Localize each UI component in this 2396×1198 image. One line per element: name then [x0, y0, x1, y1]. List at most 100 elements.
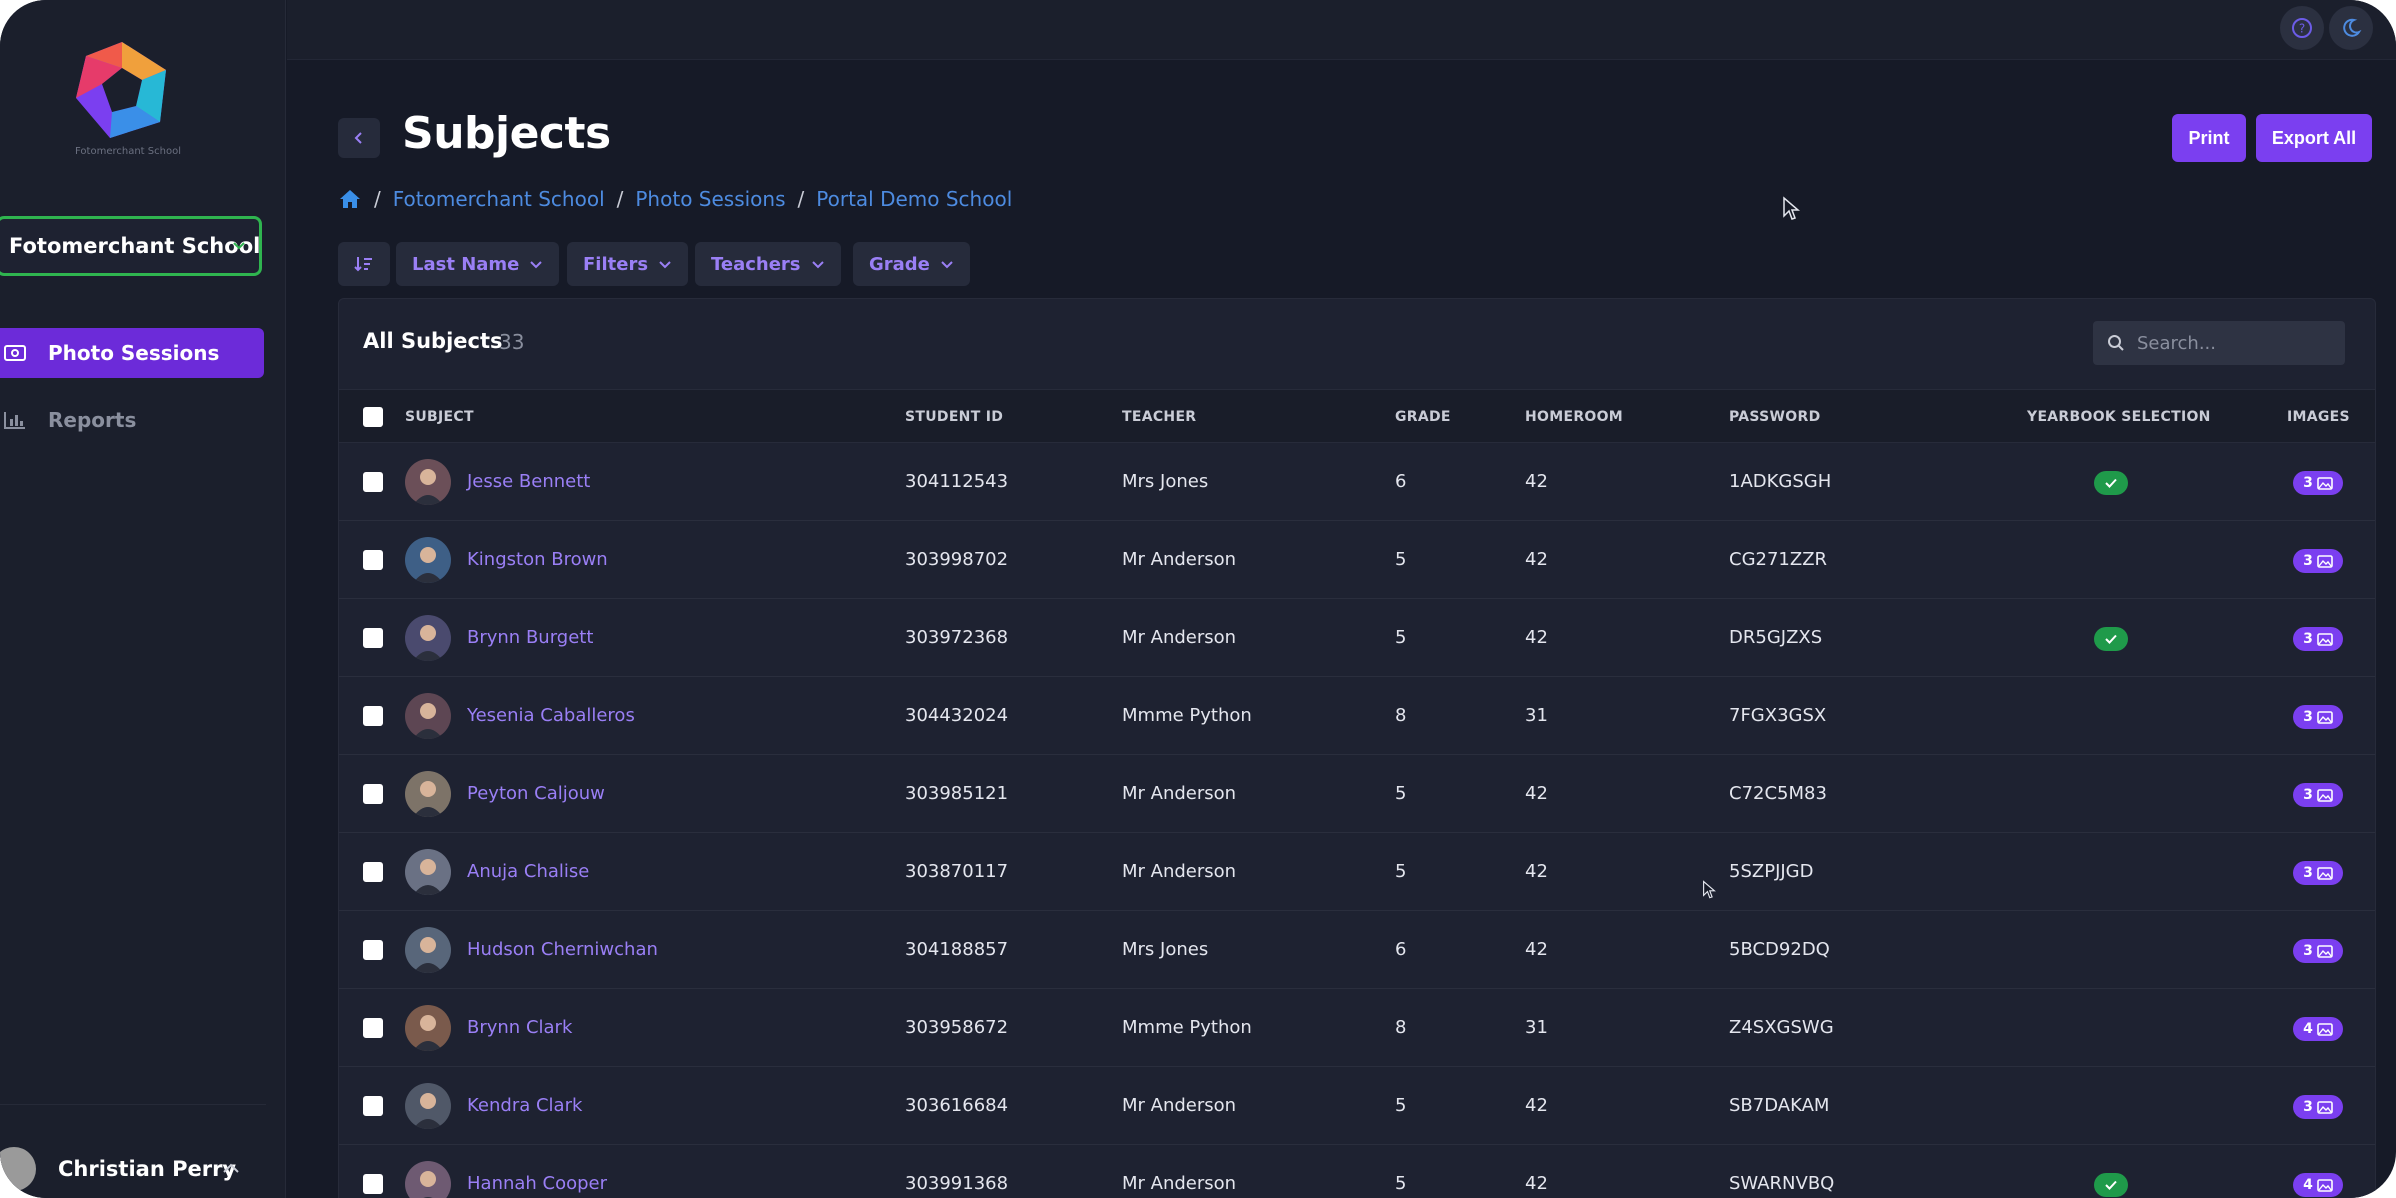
search-box[interactable]	[2093, 321, 2345, 365]
subject-name-link[interactable]: Brynn Burgett	[467, 599, 593, 677]
yearbook-selected-badge[interactable]	[2094, 471, 2128, 495]
theme-toggle-button[interactable]	[2329, 6, 2373, 50]
row-checkbox[interactable]	[363, 862, 383, 882]
column-header-images[interactable]: IMAGES	[2287, 390, 2350, 444]
images-count: 3	[2303, 631, 2313, 647]
row-checkbox[interactable]	[363, 472, 383, 492]
images-count-badge[interactable]: 3	[2293, 627, 2343, 651]
subject-photo[interactable]	[405, 927, 451, 973]
search-input[interactable]	[2137, 332, 2327, 354]
yearbook-selected-badge[interactable]	[2094, 1173, 2128, 1197]
row-checkbox[interactable]	[363, 1096, 383, 1116]
subject-photo[interactable]	[405, 771, 451, 817]
subject-photo[interactable]	[405, 1005, 451, 1051]
sort-by-dropdown[interactable]: Last Name	[396, 242, 560, 286]
subject-name-link[interactable]: Peyton Caljouw	[467, 755, 605, 833]
user-menu[interactable]: Christian Perry	[0, 1144, 262, 1194]
column-header-subject[interactable]: SUBJECT	[405, 390, 474, 444]
check-icon	[2105, 478, 2117, 488]
select-all-checkbox[interactable]	[363, 407, 383, 427]
table-head: SUBJECT STUDENT ID TEACHER GRADE HOMEROO…	[339, 389, 2375, 443]
grade-dropdown[interactable]: Grade	[853, 242, 970, 286]
print-button[interactable]: Print	[2172, 114, 2246, 162]
teacher: Mr Anderson	[1122, 783, 1237, 804]
column-header-yearbook-selection[interactable]: YEARBOOK SELECTION	[2027, 390, 2211, 444]
images-count: 4	[2303, 1021, 2313, 1037]
row-checkbox[interactable]	[363, 784, 383, 804]
sort-direction-button[interactable]	[338, 242, 390, 286]
table-row[interactable]: Hudson Cherniwchan 304188857 Mrs Jones 6 42 5…	[339, 911, 2375, 989]
subject-photo[interactable]	[405, 1083, 451, 1129]
images-count-badge[interactable]: 3	[2293, 705, 2343, 729]
table-row[interactable]: Anuja Chalise 303870117 Mr Anderson 5 42 5SZP…	[339, 833, 2375, 911]
row-checkbox[interactable]	[363, 550, 383, 570]
breadcrumb-photo-sessions[interactable]: Photo Sessions	[635, 187, 785, 211]
grade: 5	[1395, 861, 1407, 882]
row-checkbox[interactable]	[363, 706, 383, 726]
table-row[interactable]: Hannah Cooper 303991368 Mr Anderson 5 42 SWAR…	[339, 1145, 2375, 1198]
subject-photo[interactable]	[405, 459, 451, 505]
filters-dropdown[interactable]: Filters	[567, 242, 689, 286]
row-checkbox[interactable]	[363, 1174, 383, 1194]
subject-photo[interactable]	[405, 1161, 451, 1198]
sidebar-item-photo-sessions[interactable]: Photo Sessions	[0, 328, 264, 378]
table-row[interactable]: Kingston Brown 303998702 Mr Anderson 5 42 CG2…	[339, 521, 2375, 599]
images-count-badge[interactable]: 3	[2293, 471, 2343, 495]
images-count-badge[interactable]: 3	[2293, 861, 2343, 885]
column-header-homeroom[interactable]: HOMEROOM	[1525, 390, 1623, 444]
subject-photo[interactable]	[405, 537, 451, 583]
column-header-password[interactable]: PASSWORD	[1729, 390, 1821, 444]
column-header-student-id[interactable]: STUDENT ID	[905, 390, 1003, 444]
teachers-dropdown[interactable]: Teachers	[695, 242, 841, 286]
subject-name-link[interactable]: Anuja Chalise	[467, 833, 589, 911]
images-count-badge[interactable]: 3	[2293, 549, 2343, 573]
grade-label: Grade	[869, 253, 930, 275]
grade: 5	[1395, 1173, 1407, 1194]
subject-name-link[interactable]: Hannah Cooper	[467, 1145, 607, 1198]
table-row[interactable]: Kendra Clark 303616684 Mr Anderson 5 42 SB7DA…	[339, 1067, 2375, 1145]
subject-photo[interactable]	[405, 615, 451, 661]
row-checkbox[interactable]	[363, 1018, 383, 1038]
subject-name-link[interactable]: Yesenia Caballeros	[467, 677, 635, 755]
homeroom: 42	[1525, 783, 1548, 804]
row-checkbox[interactable]	[363, 628, 383, 648]
column-header-teacher[interactable]: TEACHER	[1122, 390, 1196, 444]
image-icon	[2317, 788, 2333, 802]
sidebar-item-label: Photo Sessions	[48, 341, 220, 365]
row-checkbox[interactable]	[363, 940, 383, 960]
column-header-grade[interactable]: GRADE	[1395, 390, 1451, 444]
sidebar-item-reports[interactable]: Reports	[0, 395, 264, 445]
image-icon	[2317, 944, 2333, 958]
images-count-badge[interactable]: 3	[2293, 939, 2343, 963]
help-button[interactable]: ?	[2280, 6, 2324, 50]
subject-name-link[interactable]: Brynn Clark	[467, 989, 572, 1067]
table-row[interactable]: Brynn Clark 303958672 Mmme Python 8 31 Z4SXGS…	[339, 989, 2375, 1067]
subject-name-link[interactable]: Kingston Brown	[467, 521, 608, 599]
subject-photo[interactable]	[405, 693, 451, 739]
homeroom: 42	[1525, 627, 1548, 648]
chevron-down-icon	[659, 261, 671, 269]
breadcrumb-portal-demo-school[interactable]: Portal Demo School	[816, 187, 1012, 211]
breadcrumb-school[interactable]: Fotomerchant School	[393, 187, 605, 211]
images-count-badge[interactable]: 4	[2293, 1173, 2343, 1197]
images-count-badge[interactable]: 4	[2293, 1017, 2343, 1041]
grade: 6	[1395, 939, 1407, 960]
table-row[interactable]: Jesse Bennett 304112543 Mrs Jones 6 42 1ADKGS…	[339, 443, 2375, 521]
fotomerchant-logo[interactable]	[72, 40, 172, 140]
images-count-badge[interactable]: 3	[2293, 783, 2343, 807]
subject-name-link[interactable]: Kendra Clark	[467, 1067, 582, 1145]
table-row[interactable]: Peyton Caljouw 303985121 Mr Anderson 5 42 C72…	[339, 755, 2375, 833]
homeroom: 31	[1525, 1017, 1548, 1038]
images-count-badge[interactable]: 3	[2293, 1095, 2343, 1119]
school-selector[interactable]: Fotomerchant School	[0, 216, 262, 276]
subject-photo[interactable]	[405, 849, 451, 895]
yearbook-selected-badge[interactable]	[2094, 627, 2128, 651]
subject-name-link[interactable]: Jesse Bennett	[467, 443, 590, 521]
back-button[interactable]	[338, 118, 380, 158]
home-icon[interactable]	[338, 188, 362, 210]
export-all-button[interactable]: Export All	[2256, 114, 2372, 162]
subject-name-link[interactable]: Hudson Cherniwchan	[467, 911, 658, 989]
table-row[interactable]: Brynn Burgett 303972368 Mr Anderson 5 42 DR5G…	[339, 599, 2375, 677]
table-row[interactable]: Yesenia Caballeros 304432024 Mmme Python 8 3…	[339, 677, 2375, 755]
app-window: Fotomerchant School Fotomerchant School …	[0, 0, 2396, 1198]
